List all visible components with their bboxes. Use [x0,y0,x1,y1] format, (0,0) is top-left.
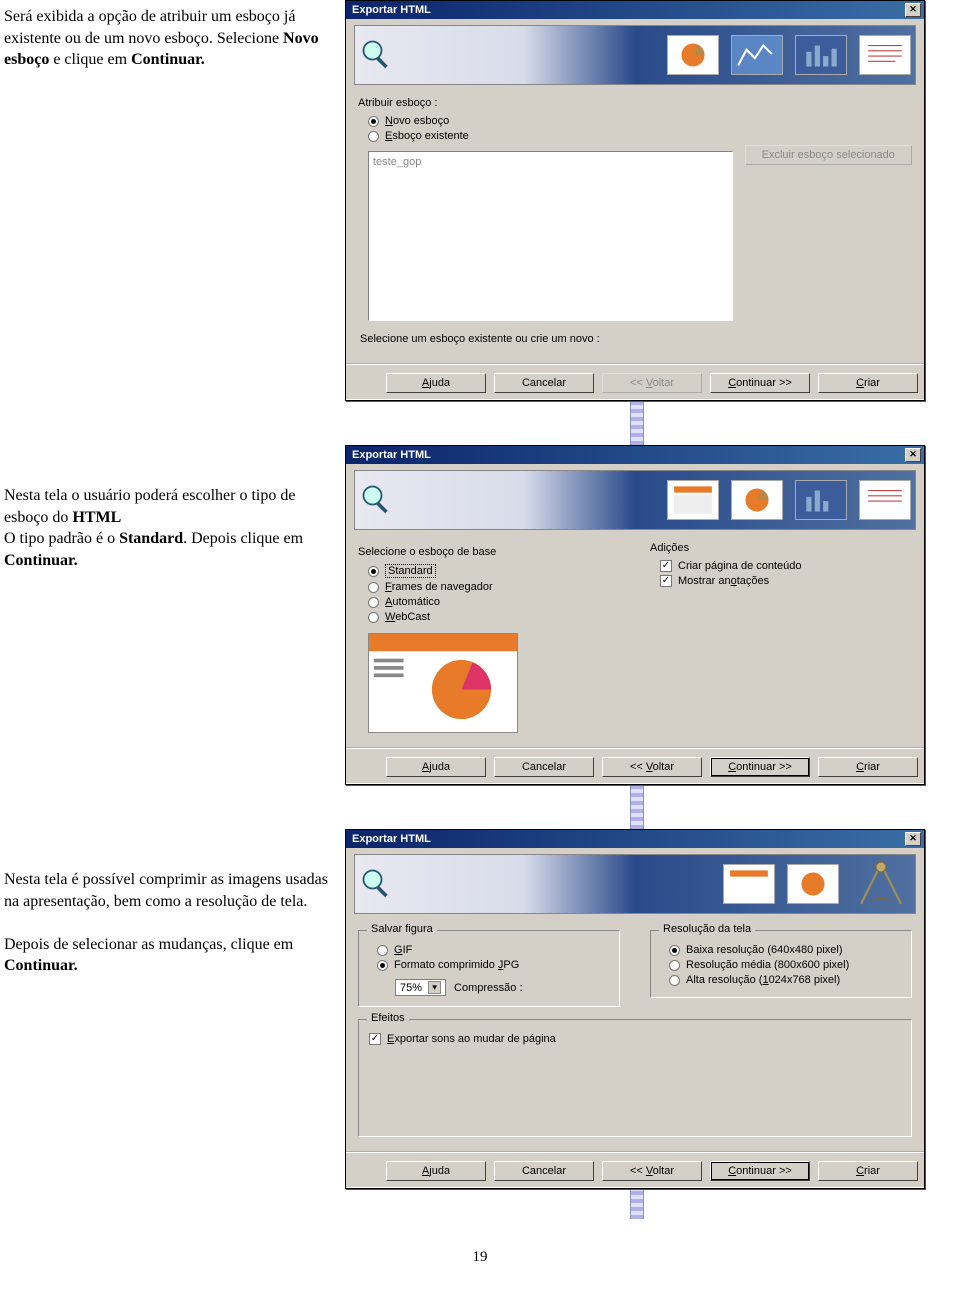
radio-icon [669,945,680,956]
radio-icon [377,945,388,956]
radio-standard[interactable]: Standard [368,564,620,578]
group-label: Resolução da tela [659,923,755,935]
radio-baixa-res[interactable]: Baixa resolução (640x480 pixel) [669,944,903,956]
back-button[interactable]: << Voltar [602,1161,702,1181]
radio-jpg[interactable]: Formato comprimido JPG [377,959,611,971]
help-button[interactable]: Ajuda [386,373,486,393]
group-label: Adições [650,542,912,554]
banner-image [354,25,916,85]
radio-alta-res[interactable]: Alta resolução (1024x768 pixel) [669,974,903,986]
radio-icon [368,566,379,577]
check-criar-pagina[interactable]: Criar página de conteúdo [660,560,912,572]
radio-icon [368,131,379,142]
cancel-button[interactable]: Cancelar [494,1161,594,1181]
connector-icon [630,1189,644,1219]
radio-gif[interactable]: GIF [377,944,611,956]
connector-icon [630,401,644,445]
dialog-title: Exportar HTML [352,833,431,845]
check-mostrar-anotacoes[interactable]: Mostrar anotações [660,575,912,587]
instruction-text-2: Nesta tela o usuário poderá escolher o t… [0,445,345,577]
back-button: << Voltar [602,373,702,393]
group-label: Salvar figura [367,923,437,935]
compression-dropdown[interactable]: 75%▼ [395,979,446,996]
banner-image [354,854,916,914]
checkbox-icon [660,560,672,572]
group-label: Selecione o esboço de base [358,546,620,558]
group-label: Efeitos [367,1012,409,1024]
esboco-listbox[interactable]: teste_gop [368,151,733,321]
chevron-down-icon: ▼ [428,981,441,994]
instruction-text-1: Será exibida a opção de atribuir um esbo… [0,0,345,77]
radio-automatico[interactable]: Automático [368,596,620,608]
radio-esboco-existente[interactable]: Esboço existente [368,130,912,142]
continue-button[interactable]: Continuar >> [710,757,810,777]
close-icon[interactable]: ✕ [905,448,921,462]
radio-novo-esboco[interactable]: Novo esboço [368,115,912,127]
continue-button[interactable]: Continuar >> [710,1161,810,1181]
radio-frames[interactable]: Frames de navegador [368,581,620,593]
help-button[interactable]: Ajuda [386,1161,486,1181]
dialog-1: Exportar HTML ✕ Atribuir esboço : Novo e… [345,0,925,401]
dialog-title: Exportar HTML [352,4,431,16]
hint-text: Selecione um esboço existente ou crie um… [360,333,912,345]
compression-label: Compressão : [454,982,522,994]
instruction-text-3: Nesta tela é possível comprimir as image… [0,829,345,983]
banner-image [354,470,916,530]
radio-icon [669,975,680,986]
checkbox-icon [660,575,672,587]
delete-esboco-button: Excluir esboço selecionado [745,145,912,165]
help-button[interactable]: Ajuda [386,757,486,777]
create-button[interactable]: Criar [818,1161,918,1181]
create-button[interactable]: Criar [818,373,918,393]
preview-image [368,633,518,733]
continue-button[interactable]: Continuar >> [710,373,810,393]
create-button[interactable]: Criar [818,757,918,777]
radio-icon [368,597,379,608]
radio-webcast[interactable]: WebCast [368,611,620,623]
cancel-button[interactable]: Cancelar [494,757,594,777]
dialog-3: Exportar HTML ✕ Salvar figura [345,829,925,1189]
radio-icon [368,116,379,127]
close-icon[interactable]: ✕ [905,3,921,17]
dialog-2: Exportar HTML ✕ Selecione o esboço de ba… [345,445,925,785]
radio-media-res[interactable]: Resolução média (800x600 pixel) [669,959,903,971]
checkbox-icon [369,1033,381,1045]
compass-icon [851,859,911,909]
connector-icon [630,785,644,829]
radio-icon [368,612,379,623]
page-number: 19 [0,1249,960,1266]
radio-icon [669,960,680,971]
radio-icon [377,960,388,971]
back-button[interactable]: << Voltar [602,757,702,777]
close-icon[interactable]: ✕ [905,832,921,846]
dialog-title: Exportar HTML [352,449,431,461]
check-exportar-sons[interactable]: Exportar sons ao mudar de página [369,1033,903,1045]
cancel-button[interactable]: Cancelar [494,373,594,393]
assign-label: Atribuir esboço : [358,97,912,109]
radio-icon [368,582,379,593]
